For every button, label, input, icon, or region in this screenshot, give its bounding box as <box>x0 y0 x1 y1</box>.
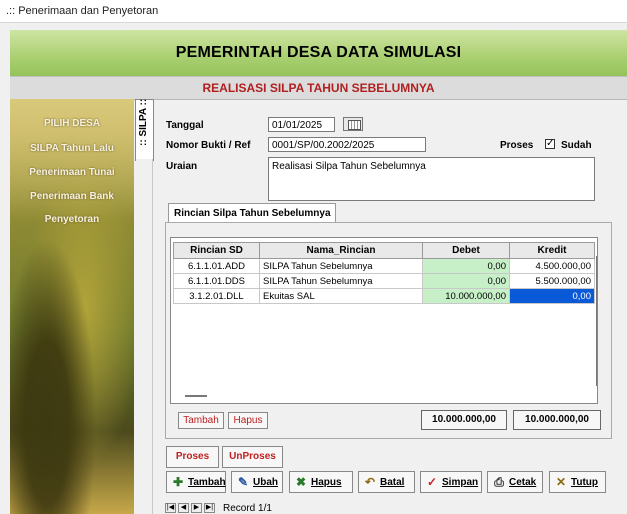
rincian-sd-cell[interactable]: 3.1.2.01.DLL <box>173 288 260 304</box>
total-kredit: 10.000.000,00 <box>513 410 601 430</box>
sidebar: PILIH DESA SILPA Tahun Lalu Penerimaan T… <box>10 99 134 514</box>
edit-icon: ✎ <box>237 475 249 489</box>
proses-label: Proses <box>500 140 534 151</box>
kredit-cell-selected[interactable]: 0,00 <box>509 288 595 304</box>
subheader-banner: REALISASI SILPA TAHUN SEBELUMNYA <box>10 76 627 100</box>
nama-rincian-cell[interactable]: SILPA Tahun Sebelumnya <box>259 258 423 274</box>
uraian-label: Uraian <box>166 161 198 172</box>
column-header[interactable]: Kredit <box>509 242 595 259</box>
table-row[interactable]: 3.1.2.01.DLL Ekuitas SAL 10.000.000,00 0… <box>173 288 595 304</box>
proses-button[interactable]: Proses <box>166 446 219 468</box>
uraian-textarea[interactable]: Realisasi Silpa Tahun Sebelumnya <box>268 157 595 201</box>
nomor-bukti-input[interactable]: 0001/SP/00.2002/2025 <box>268 137 426 152</box>
table-row[interactable]: 6.1.1.01.DDS SILPA Tahun Sebelumnya 0,00… <box>173 273 595 289</box>
table-row[interactable]: 6.1.1.01.ADD SILPA Tahun Sebelumnya 0,00… <box>173 258 595 274</box>
printer-icon: ⎙ <box>494 475 504 489</box>
prev-record-button[interactable]: ◀ <box>178 503 189 513</box>
last-record-button[interactable]: ▶| <box>204 503 215 513</box>
calendar-button[interactable] <box>343 117 363 131</box>
column-header[interactable]: Rincian SD <box>173 242 260 259</box>
nama-rincian-cell[interactable]: Ekuitas SAL <box>259 288 423 304</box>
rincian-sd-cell[interactable]: 6.1.1.01.DDS <box>173 273 260 289</box>
next-record-button[interactable]: ▶ <box>191 503 202 513</box>
tambah-button[interactable]: ✚ Tambah <box>166 471 226 493</box>
tanggal-label: Tanggal <box>166 120 204 131</box>
vertical-scrollbar[interactable] <box>596 256 597 386</box>
kredit-cell[interactable]: 5.500.000,00 <box>509 273 595 289</box>
hapus-button[interactable]: ✖ Hapus <box>289 471 353 493</box>
record-status: Record 1/1 <box>223 503 272 514</box>
sidebar-item-penerimaan-bank[interactable]: Penerimaan Bank <box>10 191 134 202</box>
header-banner: PEMERINTAH DESA DATA SIMULASI <box>10 30 627 76</box>
page-title: REALISASI SILPA TAHUN SEBELUMNYA <box>202 81 435 95</box>
add-icon: ✚ <box>172 475 184 489</box>
batal-button[interactable]: ↶ Batal <box>358 471 415 493</box>
unproses-button[interactable]: UnProses <box>222 446 283 468</box>
sidebar-item-silpa[interactable]: SILPA Tahun Lalu <box>10 143 134 154</box>
delete-icon: ✖ <box>295 475 307 489</box>
simpan-button[interactable]: ✓ Simpan <box>420 471 482 493</box>
cancel-icon: ↶ <box>364 475 376 489</box>
calendar-icon <box>348 120 361 130</box>
sudah-label: Sudah <box>561 140 592 151</box>
nomor-bukti-label: Nomor Bukti / Ref <box>166 140 251 151</box>
debet-cell[interactable]: 0,00 <box>422 258 510 274</box>
ubah-button[interactable]: ✎ Ubah <box>231 471 283 493</box>
sidebar-item-pilih-desa[interactable]: PILIH DESA <box>10 118 134 129</box>
title-bar: .:: Penerimaan dan Penyetoran <box>0 0 627 23</box>
vertical-tab-strip <box>136 159 153 514</box>
tanggal-input[interactable]: 01/01/2025 <box>268 117 335 132</box>
nama-rincian-cell[interactable]: SILPA Tahun Sebelumnya <box>259 273 423 289</box>
column-header[interactable]: Nama_Rincian <box>259 242 423 259</box>
sidebar-item-penerimaan-tunai[interactable]: Penerimaan Tunai <box>10 167 134 178</box>
rincian-table: Rincian SD Nama_Rincian Debet Kredit 6.1… <box>173 242 595 304</box>
sudah-checkbox[interactable]: ✓ <box>545 139 555 149</box>
sidebar-item-penyetoran[interactable]: Penyetoran <box>10 214 134 225</box>
window-title: .:: Penerimaan dan Penyetoran <box>6 5 159 17</box>
rincian-grid: Rincian SD Nama_Rincian Debet Kredit 6.1… <box>170 237 598 404</box>
debet-cell[interactable]: 10.000.000,00 <box>422 288 510 304</box>
application-window: .:: Penerimaan dan Penyetoran PEMERINTAH… <box>0 0 627 514</box>
horizontal-scrollbar[interactable] <box>185 395 207 397</box>
cetak-button[interactable]: ⎙ Cetak <box>487 471 543 493</box>
close-icon: ✕ <box>555 475 567 489</box>
grid-hapus-button[interactable]: Hapus <box>228 412 268 429</box>
first-record-button[interactable]: |◀ <box>165 503 176 513</box>
header-title: PEMERINTAH DESA DATA SIMULASI <box>175 44 462 61</box>
column-header[interactable]: Debet <box>422 242 510 259</box>
check-icon: ✓ <box>426 475 438 489</box>
total-debet: 10.000.000,00 <box>421 410 507 430</box>
tutup-button[interactable]: ✕ Tutup <box>549 471 606 493</box>
debet-cell[interactable]: 0,00 <box>422 273 510 289</box>
rincian-sd-cell[interactable]: 6.1.1.01.ADD <box>173 258 260 274</box>
table-header-row: Rincian SD Nama_Rincian Debet Kredit <box>173 242 595 259</box>
grid-tambah-button[interactable]: Tambah <box>178 412 224 429</box>
record-navigator: |◀ ◀ ▶ ▶| Record 1/1 <box>155 503 455 514</box>
tab-silpa-label: :: SILPA :: <box>138 98 149 146</box>
kredit-cell[interactable]: 4.500.000,00 <box>509 258 595 274</box>
tab-rincian-label: Rincian Silpa Tahun Sebelumnya <box>174 208 331 219</box>
tab-rincian[interactable]: Rincian Silpa Tahun Sebelumnya <box>168 203 336 222</box>
tab-silpa[interactable]: :: SILPA :: <box>135 99 154 161</box>
